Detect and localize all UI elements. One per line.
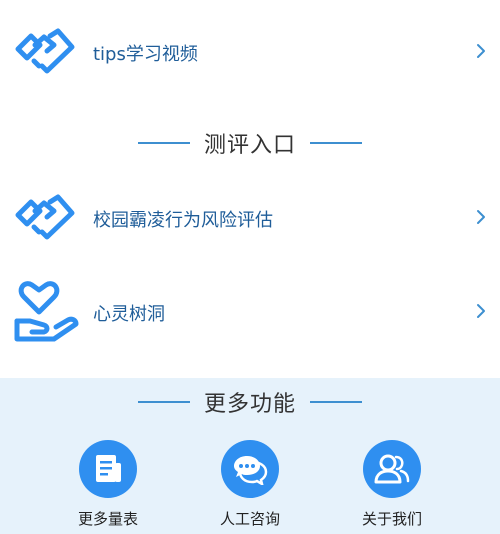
heart-tree-hole-label: 心灵树洞 — [93, 304, 165, 325]
more-section-title: 更多功能 — [0, 382, 500, 422]
people-icon — [363, 440, 421, 498]
divider-right — [310, 401, 362, 403]
chat-bubbles-icon — [221, 440, 279, 498]
about-us-label: 关于我们 — [361, 510, 422, 528]
more-scales-button[interactable]: 更多量表 — [58, 440, 158, 534]
chevron-right-icon — [476, 303, 486, 323]
more-scales-label: 更多量表 — [77, 510, 138, 528]
heart-in-hand-icon — [14, 278, 80, 348]
chevron-right-icon — [476, 43, 486, 63]
bullying-assessment-label: 校园霸凌行为风险评估 — [93, 210, 273, 231]
bullying-assessment-row[interactable]: 校园霸凌行为风险评估 — [0, 184, 500, 254]
divider-left — [137, 142, 190, 144]
heart-tree-hole-row[interactable]: 心灵树洞 — [0, 278, 500, 348]
handshake-icon — [14, 26, 76, 80]
human-consult-label: 人工咨询 — [219, 510, 280, 528]
assessment-section-heading: 测评入口 — [203, 133, 296, 158]
about-us-button[interactable]: 关于我们 — [342, 440, 442, 534]
more-section-heading: 更多功能 — [203, 392, 296, 417]
divider-right — [310, 142, 362, 144]
divider-left — [137, 401, 190, 403]
human-consult-button[interactable]: 人工咨询 — [200, 440, 300, 534]
tips-video-row[interactable]: tips学习视频 — [0, 18, 500, 88]
document-icon — [79, 440, 137, 498]
tips-video-label: tips学习视频 — [93, 44, 198, 65]
handshake-icon — [14, 192, 76, 246]
assessment-section-title: 测评入口 — [0, 123, 500, 163]
chevron-right-icon — [476, 209, 486, 229]
